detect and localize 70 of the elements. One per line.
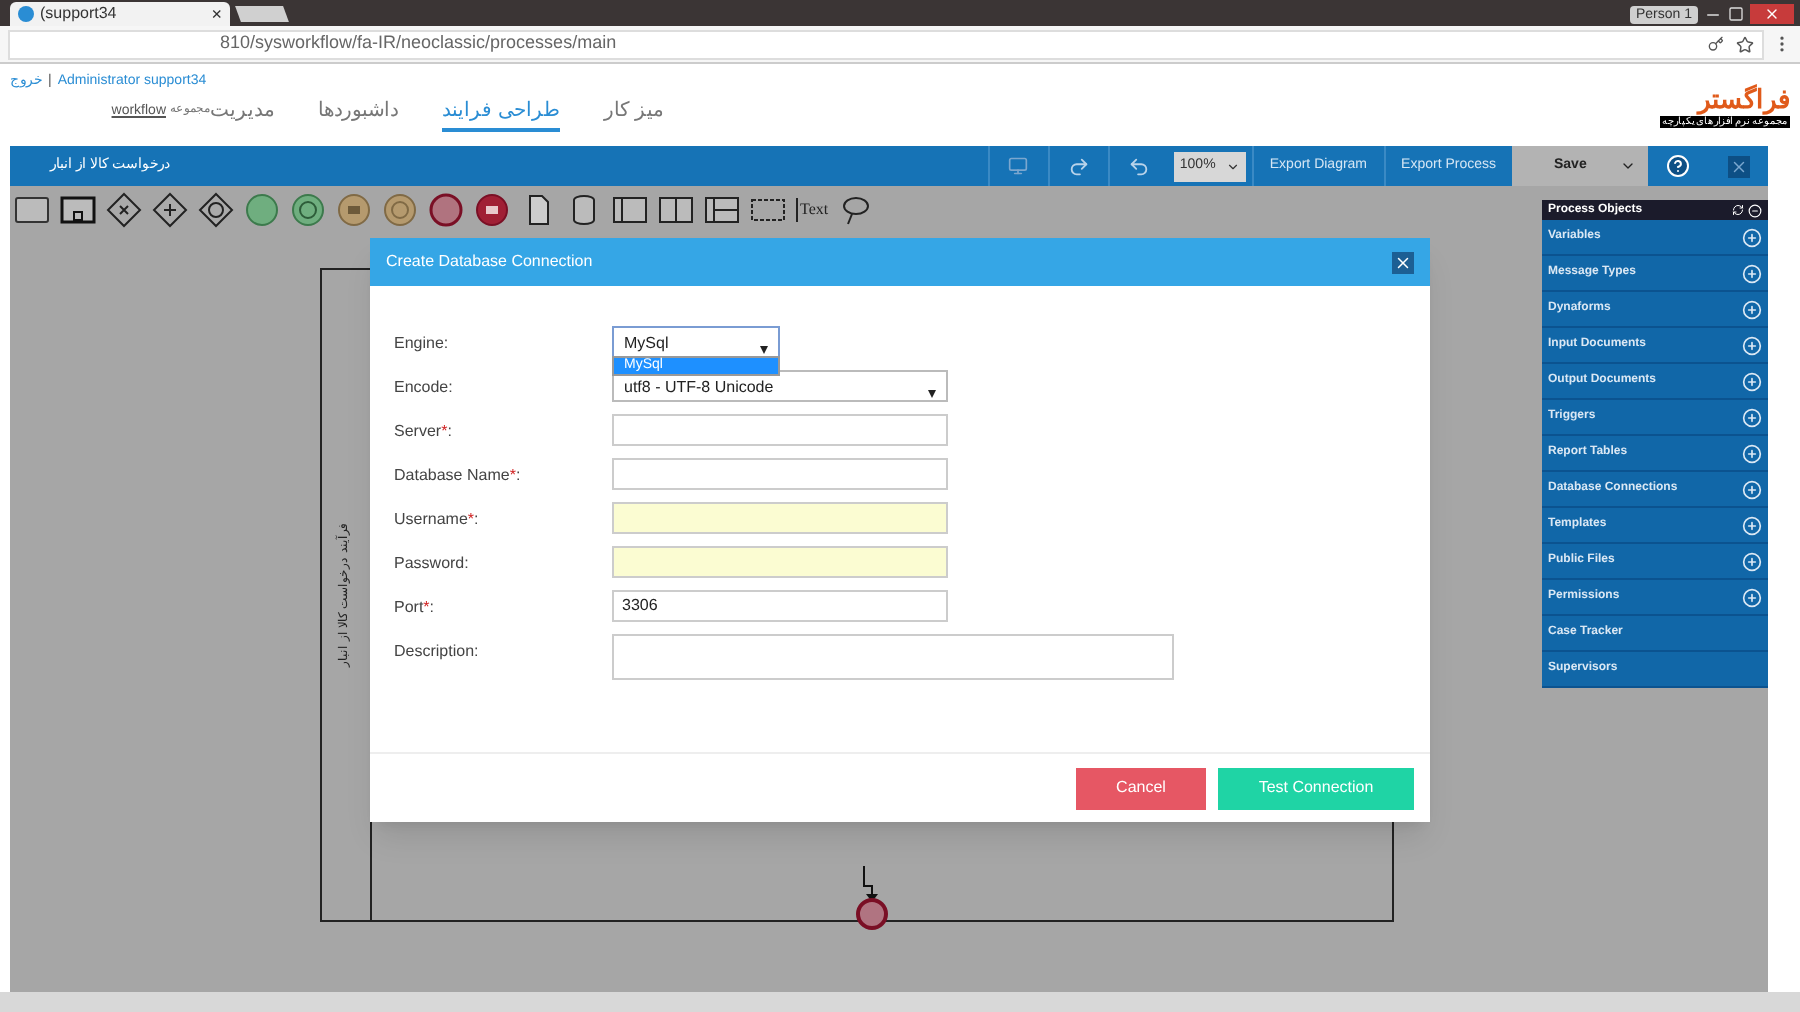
- text-field[interactable]: [612, 546, 948, 578]
- undo-icon: [1127, 155, 1150, 177]
- select-field[interactable]: utf8 - UTF-8 Unicode: [612, 370, 948, 402]
- help-icon: [1666, 154, 1690, 178]
- end-event-icon[interactable]: [428, 192, 464, 228]
- add-icon: [1742, 407, 1762, 427]
- add-icon: [1742, 587, 1762, 607]
- speech-bubble-icon[interactable]: [838, 192, 875, 228]
- collapse-icon: [1748, 203, 1762, 217]
- nav-tab[interactable]: مدیریت: [210, 96, 274, 132]
- close-icon: [1727, 155, 1749, 177]
- bookmark-star-icon: [1736, 35, 1754, 53]
- field-label: Username*:: [394, 508, 481, 532]
- select-field[interactable]: MySql: [612, 326, 780, 358]
- task-tool-icon[interactable]: [14, 192, 50, 228]
- add-icon: [1742, 515, 1762, 535]
- nav-tab[interactable]: میز کار: [603, 96, 664, 132]
- pool-icon[interactable]: [612, 192, 648, 228]
- text-field[interactable]: [612, 414, 948, 446]
- parallel-gateway-icon[interactable]: [152, 192, 188, 228]
- field-label: Port*:: [394, 596, 437, 620]
- dialog-close-button[interactable]: [1392, 251, 1414, 273]
- text-field[interactable]: [612, 458, 948, 490]
- url-text: 810/sysworkflow/fa-IR/neoclassic/processes/main: [220, 30, 617, 57]
- field-label: Server*:: [394, 420, 454, 444]
- field-label: Description:: [394, 640, 481, 664]
- add-icon: [1742, 371, 1762, 391]
- caret-icon: [1225, 159, 1240, 173]
- refresh-icon: [1732, 204, 1744, 216]
- subprocess-tool-icon[interactable]: [60, 192, 96, 228]
- field-label: Encode:: [394, 376, 455, 400]
- browser-tab[interactable]: (support34 ×: [10, 2, 230, 26]
- text-field[interactable]: [612, 502, 948, 534]
- close-icon: [1394, 253, 1412, 271]
- add-icon: [1742, 443, 1762, 463]
- text-annotation-tool[interactable]: Text: [796, 198, 829, 222]
- nav-tab[interactable]: طراحی فرایند: [442, 96, 560, 132]
- message-end-icon[interactable]: [474, 192, 510, 228]
- field-label: Engine:: [394, 332, 451, 356]
- close-icon: [1764, 6, 1780, 22]
- lane-icon[interactable]: [658, 192, 694, 228]
- timer-start-icon[interactable]: [290, 192, 326, 228]
- maximize-icon: [1728, 6, 1744, 22]
- caret-icon: [928, 390, 936, 398]
- text-field[interactable]: 3306: [612, 590, 948, 622]
- cancel-button[interactable]: Cancel: [1076, 767, 1206, 809]
- add-icon: [1742, 263, 1762, 283]
- dialog-title: Create Database Connection: [386, 250, 593, 274]
- horizontal-lane-icon[interactable]: [704, 192, 740, 228]
- nav-tab[interactable]: داشبوردها: [318, 96, 398, 132]
- add-icon: [1742, 335, 1762, 355]
- inclusive-gateway-icon[interactable]: [198, 192, 234, 228]
- field-label: Password:: [394, 552, 471, 576]
- caret-icon: [1620, 158, 1636, 174]
- start-event-icon[interactable]: [244, 192, 280, 228]
- screen-icon: [1008, 156, 1029, 176]
- message-event-icon[interactable]: [336, 192, 372, 228]
- key-icon: [1708, 36, 1724, 52]
- redo-icon: [1067, 155, 1090, 177]
- app-favicon-icon: [18, 6, 34, 22]
- field-label: Database Name*:: [394, 464, 523, 488]
- address-field[interactable]: 810/sysworkflow/fa-IR/neoclassic/processes/main: [8, 29, 1764, 59]
- add-icon: [1742, 299, 1762, 319]
- new-tab-button[interactable]: [235, 6, 289, 22]
- add-icon: [1742, 479, 1762, 499]
- exclusive-gateway-icon[interactable]: [106, 192, 142, 228]
- tab-title: (support34: [40, 6, 117, 22]
- tab-close-button[interactable]: ×: [211, 5, 222, 23]
- add-icon: [1742, 551, 1762, 571]
- add-icon: [1742, 227, 1762, 247]
